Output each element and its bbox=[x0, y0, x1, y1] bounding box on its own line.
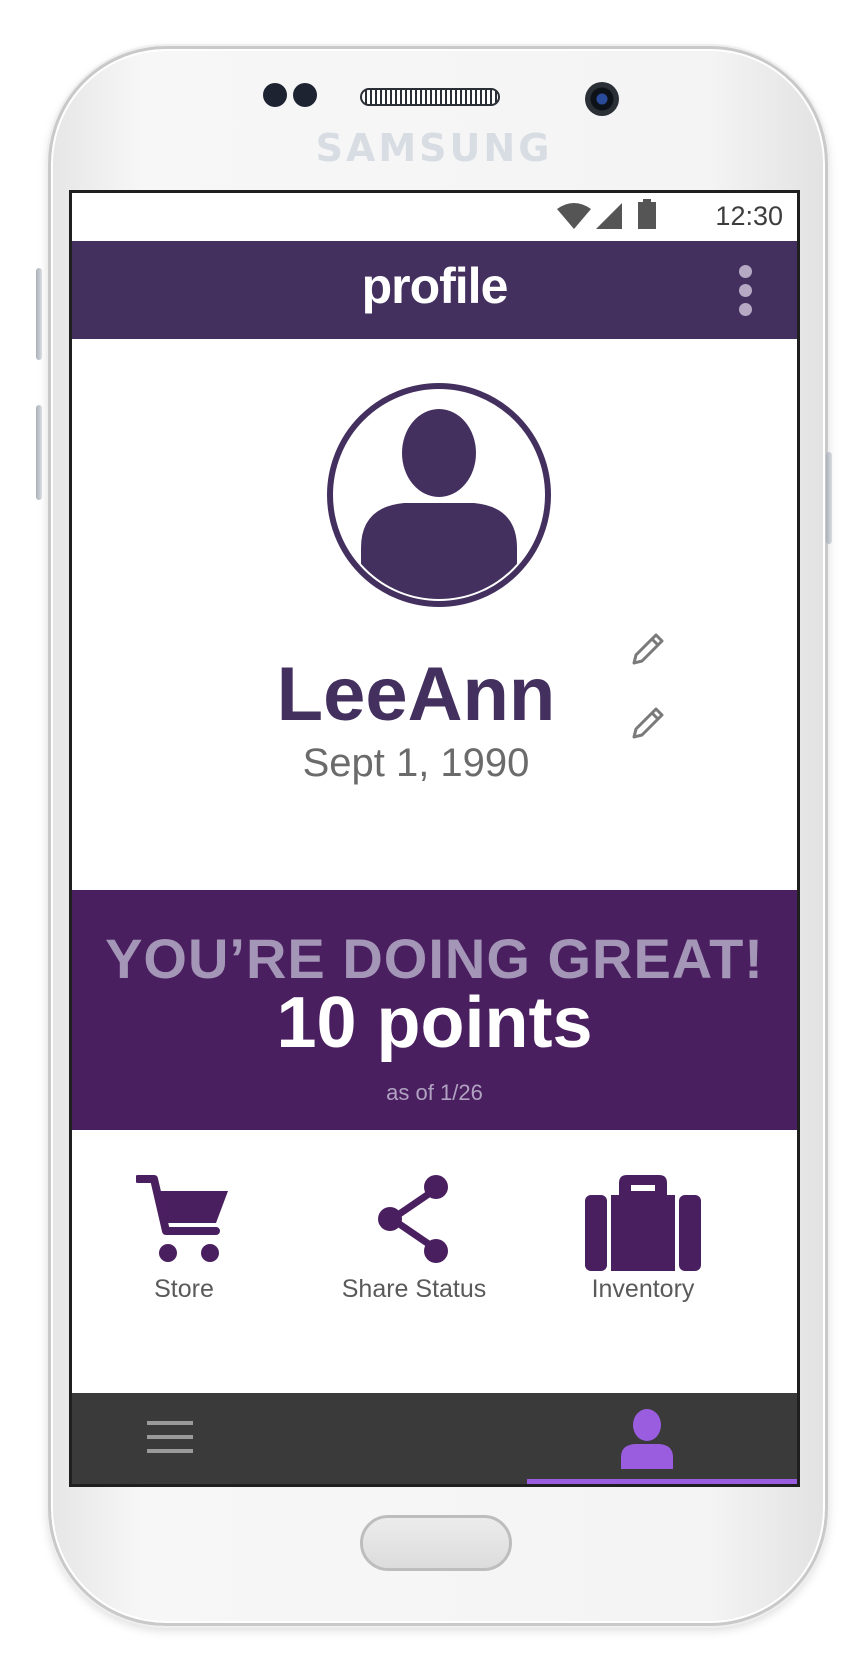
profile-birthdate: Sept 1, 1990 bbox=[302, 741, 530, 785]
earpiece-speaker bbox=[360, 88, 500, 106]
hamburger-menu-icon bbox=[147, 1421, 193, 1453]
shopping-cart-icon bbox=[136, 1175, 228, 1262]
more-vert-icon[interactable] bbox=[737, 265, 753, 321]
avatar[interactable] bbox=[324, 380, 554, 610]
inventory-button[interactable]: Inventory bbox=[543, 1173, 743, 1323]
share-status-label: Share Status bbox=[341, 1275, 487, 1303]
home-key[interactable] bbox=[360, 1515, 512, 1571]
sensor-dot bbox=[263, 83, 287, 107]
status-time: 12:30 bbox=[715, 201, 783, 231]
page-title: profile bbox=[361, 258, 509, 314]
points-total: 10 points bbox=[276, 983, 593, 1063]
front-camera bbox=[585, 82, 619, 116]
nav-profile-tab[interactable] bbox=[527, 1393, 797, 1484]
points-banner: YOU’RE DOING GREAT! 10 points as of 1/26 bbox=[72, 890, 797, 1130]
screen: 12:30 profile LeeAnn Sept 1, 1990 YOU’RE… bbox=[69, 190, 800, 1487]
bottom-nav bbox=[72, 1393, 797, 1484]
inventory-label: Inventory bbox=[591, 1275, 695, 1303]
volume-down-key bbox=[36, 405, 42, 500]
active-tab-indicator bbox=[527, 1479, 797, 1484]
store-button[interactable]: Store bbox=[84, 1173, 284, 1323]
battery-icon bbox=[638, 199, 656, 234]
cell-signal-icon bbox=[596, 203, 622, 234]
pencil-icon bbox=[632, 633, 664, 665]
edit-birthdate-button[interactable] bbox=[628, 703, 668, 743]
person-icon bbox=[621, 1409, 673, 1469]
store-label: Store bbox=[154, 1275, 214, 1303]
power-key bbox=[826, 452, 832, 544]
brand-logo: SAMSUNG bbox=[315, 126, 553, 170]
wifi-icon bbox=[557, 203, 591, 234]
edit-name-button[interactable] bbox=[628, 629, 668, 669]
share-status-button[interactable]: Share Status bbox=[314, 1173, 514, 1323]
points-as-of: as of 1/26 bbox=[386, 1080, 483, 1105]
volume-up-key bbox=[36, 268, 42, 360]
person-icon bbox=[327, 383, 551, 607]
suitcase-icon bbox=[585, 1175, 701, 1271]
nav-menu-button[interactable] bbox=[147, 1417, 207, 1467]
pencil-icon bbox=[632, 707, 664, 739]
status-bar: 12:30 bbox=[72, 193, 797, 241]
sensor-dot bbox=[293, 83, 317, 107]
app-bar: profile bbox=[72, 241, 797, 339]
share-icon bbox=[378, 1175, 448, 1263]
